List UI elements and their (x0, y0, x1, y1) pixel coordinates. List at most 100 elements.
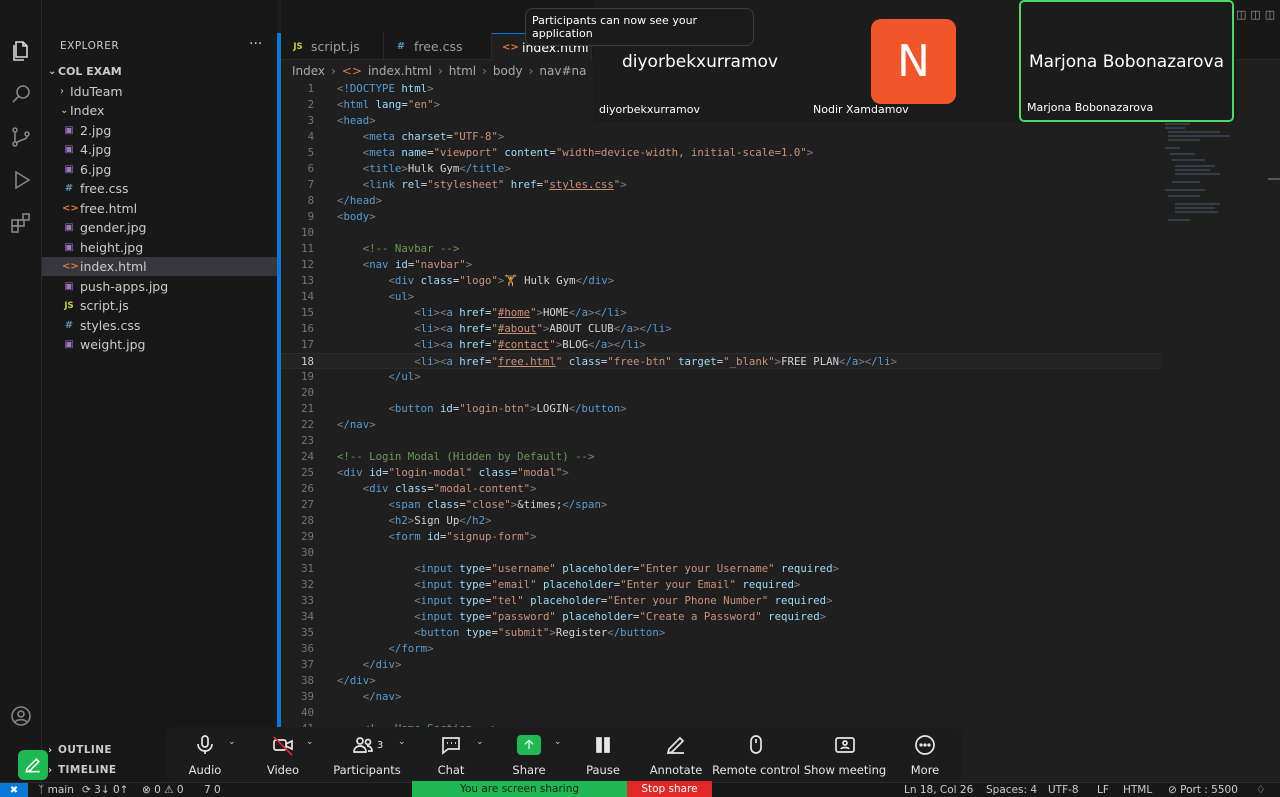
code-line[interactable]: 15 <li><a href="#home">HOME</a></li> (281, 305, 1161, 321)
code-line[interactable]: 10 (281, 225, 1161, 241)
code-line[interactable]: 38 </div> (281, 673, 1161, 689)
more-button[interactable]: More (908, 733, 942, 779)
code-line[interactable]: 29 <form id="signup-form"> (281, 529, 1161, 545)
code-line[interactable]: 13 <div class="logo">🏋 Hulk Gym</div> (281, 273, 1161, 289)
code-line[interactable]: 34 <input type="password" placeholder="C… (281, 609, 1161, 625)
pause-share-button[interactable]: Pause (586, 733, 620, 779)
file-script-js[interactable]: JS script.js (42, 296, 277, 315)
chevron-down-icon[interactable]: ⌄ (228, 737, 236, 747)
breadcrumb-file[interactable]: index.html (368, 64, 432, 78)
source-control-icon[interactable] (8, 124, 34, 150)
code-line[interactable]: 27 <span class="close">&times;</span> (281, 497, 1161, 513)
code-line[interactable]: 18 <li><a href="free.html" class="free-b… (281, 353, 1161, 369)
scrollbar-thumb[interactable] (1268, 178, 1280, 180)
code-line[interactable]: 7 <link rel="stylesheet" href="styles.cs… (281, 177, 1161, 193)
file-6-jpg[interactable]: ▣ 6.jpg (42, 160, 277, 179)
code-line[interactable]: 5 <meta name="viewport" content="width=d… (281, 145, 1161, 161)
code-line[interactable]: 12 <nav id="navbar"> (281, 257, 1161, 273)
code-line[interactable]: 11 <!-- Navbar --> (281, 241, 1161, 257)
code-line[interactable]: 28 <h2>Sign Up</h2> (281, 513, 1161, 529)
extensions-icon[interactable] (8, 210, 34, 236)
file-2-jpg[interactable]: ▣ 2.jpg (42, 121, 277, 140)
encoding[interactable]: UTF-8 (1048, 784, 1079, 796)
file-free-css[interactable]: # free.css (42, 179, 277, 198)
git-branch[interactable]: ᛉ main (38, 784, 74, 796)
explorer-files-icon[interactable] (8, 38, 34, 64)
search-icon[interactable] (8, 81, 34, 107)
code-line[interactable]: 39 </nav> (281, 689, 1161, 705)
code-line[interactable]: 31 <input type="username" placeholder="E… (281, 561, 1161, 577)
layout-controls-icon[interactable]: ◫◫◫ (1236, 8, 1279, 21)
participant-tile[interactable]: N Nodir Xamdamov (807, 0, 1019, 122)
code-line[interactable]: 35 <button type="submit">Register</butto… (281, 625, 1161, 641)
code-line[interactable]: 40 (281, 705, 1161, 721)
live-server-port[interactable]: ⊘ Port : 5500 (1168, 784, 1238, 796)
cursor-position[interactable]: Ln 18, Col 26 (904, 784, 973, 796)
file-gender-jpg[interactable]: ▣ gender.jpg (42, 218, 277, 237)
chevron-down-icon[interactable]: ⌄ (306, 737, 314, 747)
tab-script-js[interactable]: JS script.js (281, 33, 384, 60)
file-free-html[interactable]: <> free.html (42, 199, 277, 218)
code-line[interactable]: 8 </head> (281, 193, 1161, 209)
code-line[interactable]: 14 <ul> (281, 289, 1161, 305)
folder-iduteam[interactable]: › IduTeam (42, 82, 277, 101)
share-button[interactable]: Share (512, 733, 546, 779)
tab-free-css[interactable]: # free.css (384, 33, 492, 60)
folder-index[interactable]: ⌄ Index (42, 101, 277, 120)
file-height-jpg[interactable]: ▣ height.jpg (42, 238, 277, 257)
remote-control-button[interactable]: Remote control (722, 733, 790, 779)
chat-button[interactable]: Chat (434, 733, 468, 779)
account-icon[interactable] (8, 703, 34, 729)
breadcrumb-html[interactable]: html (449, 64, 476, 78)
ports-indicator[interactable]: ὚7 0 (204, 784, 221, 796)
code-line[interactable]: 6 <title>Hulk Gym</title> (281, 161, 1161, 177)
minimap[interactable] (1160, 120, 1240, 230)
more-actions-icon[interactable]: ··· (249, 36, 262, 52)
code-line[interactable]: 20 (281, 385, 1161, 401)
indentation[interactable]: Spaces: 4 (986, 784, 1037, 796)
code-editor[interactable]: 1 <!DOCTYPE html> 2 <html lang="en"> 3 <head>… (281, 81, 1161, 737)
participants-button[interactable]: 3 Participants (336, 733, 398, 779)
chevron-down-icon[interactable]: ⌄ (554, 737, 562, 747)
file-index-html[interactable]: <> index.html (42, 257, 277, 276)
code-line[interactable]: 24 <!-- Login Modal (Hidden by Default) -… (281, 449, 1161, 465)
remote-indicator-icon[interactable]: ✖ (0, 783, 28, 797)
code-line[interactable]: 21 <button id="login-btn">LOGIN</button> (281, 401, 1161, 417)
file-push-apps-jpg[interactable]: ▣ push-apps.jpg (42, 277, 277, 296)
file-styles-css[interactable]: # styles.css (42, 316, 277, 335)
code-line[interactable]: 16 <li><a href="#about">ABOUT CLUB</a></… (281, 321, 1161, 337)
run-debug-icon[interactable] (8, 167, 34, 193)
video-button[interactable]: Video (266, 733, 300, 779)
participant-tile-active-speaker[interactable]: Marjona Bobonazarova Marjona Bobonazarov… (1019, 0, 1234, 122)
end-of-line[interactable]: LF (1097, 784, 1109, 796)
code-line[interactable]: 9 <body> (281, 209, 1161, 225)
show-meeting-button[interactable]: Show meeting (814, 733, 876, 779)
breadcrumb-nav[interactable]: nav#na (539, 64, 586, 78)
breadcrumb-body[interactable]: body (493, 64, 523, 78)
code-line[interactable]: 32 <input type="email" placeholder="Ente… (281, 577, 1161, 593)
file-weight-jpg[interactable]: ▣ weight.jpg (42, 335, 277, 354)
code-line[interactable]: 37 </div> (281, 657, 1161, 673)
code-line[interactable]: 25 <div id="login-modal" class="modal"> (281, 465, 1161, 481)
chevron-down-icon[interactable]: ⌄ (476, 737, 484, 747)
code-line[interactable]: 23 (281, 433, 1161, 449)
code-line[interactable]: 30 (281, 545, 1161, 561)
code-line[interactable]: 4 <meta charset="UTF-8"> (281, 129, 1161, 145)
code-line[interactable]: 22 </nav> (281, 417, 1161, 433)
code-line[interactable]: 19 </ul> (281, 369, 1161, 385)
workspace-root[interactable]: ⌄ COL EXAM (42, 62, 277, 81)
problems-indicator[interactable]: ⊗ 0 ⚠ 0 (142, 784, 184, 796)
stop-share-button[interactable]: Stop share (627, 781, 712, 797)
code-line[interactable]: 33 <input type="tel" placeholder="Enter … (281, 593, 1161, 609)
notifications-bell-icon[interactable]: ♢ (1256, 784, 1265, 796)
language-mode[interactable]: HTML (1123, 784, 1152, 796)
code-line[interactable]: 17 <li><a href="#contact">BLOG</a></li> (281, 337, 1161, 353)
chevron-down-icon[interactable]: ⌄ (398, 737, 406, 747)
audio-button[interactable]: Audio (188, 733, 222, 779)
file-4-jpg[interactable]: ▣ 4.jpg (42, 140, 277, 159)
annotate-pencil-icon[interactable] (18, 750, 48, 780)
annotate-button[interactable]: Annotate (650, 733, 702, 779)
code-line[interactable]: 26 <div class="modal-content"> (281, 481, 1161, 497)
breadcrumb-folder[interactable]: Index (292, 64, 325, 78)
code-line[interactable]: 36 </form> (281, 641, 1161, 657)
